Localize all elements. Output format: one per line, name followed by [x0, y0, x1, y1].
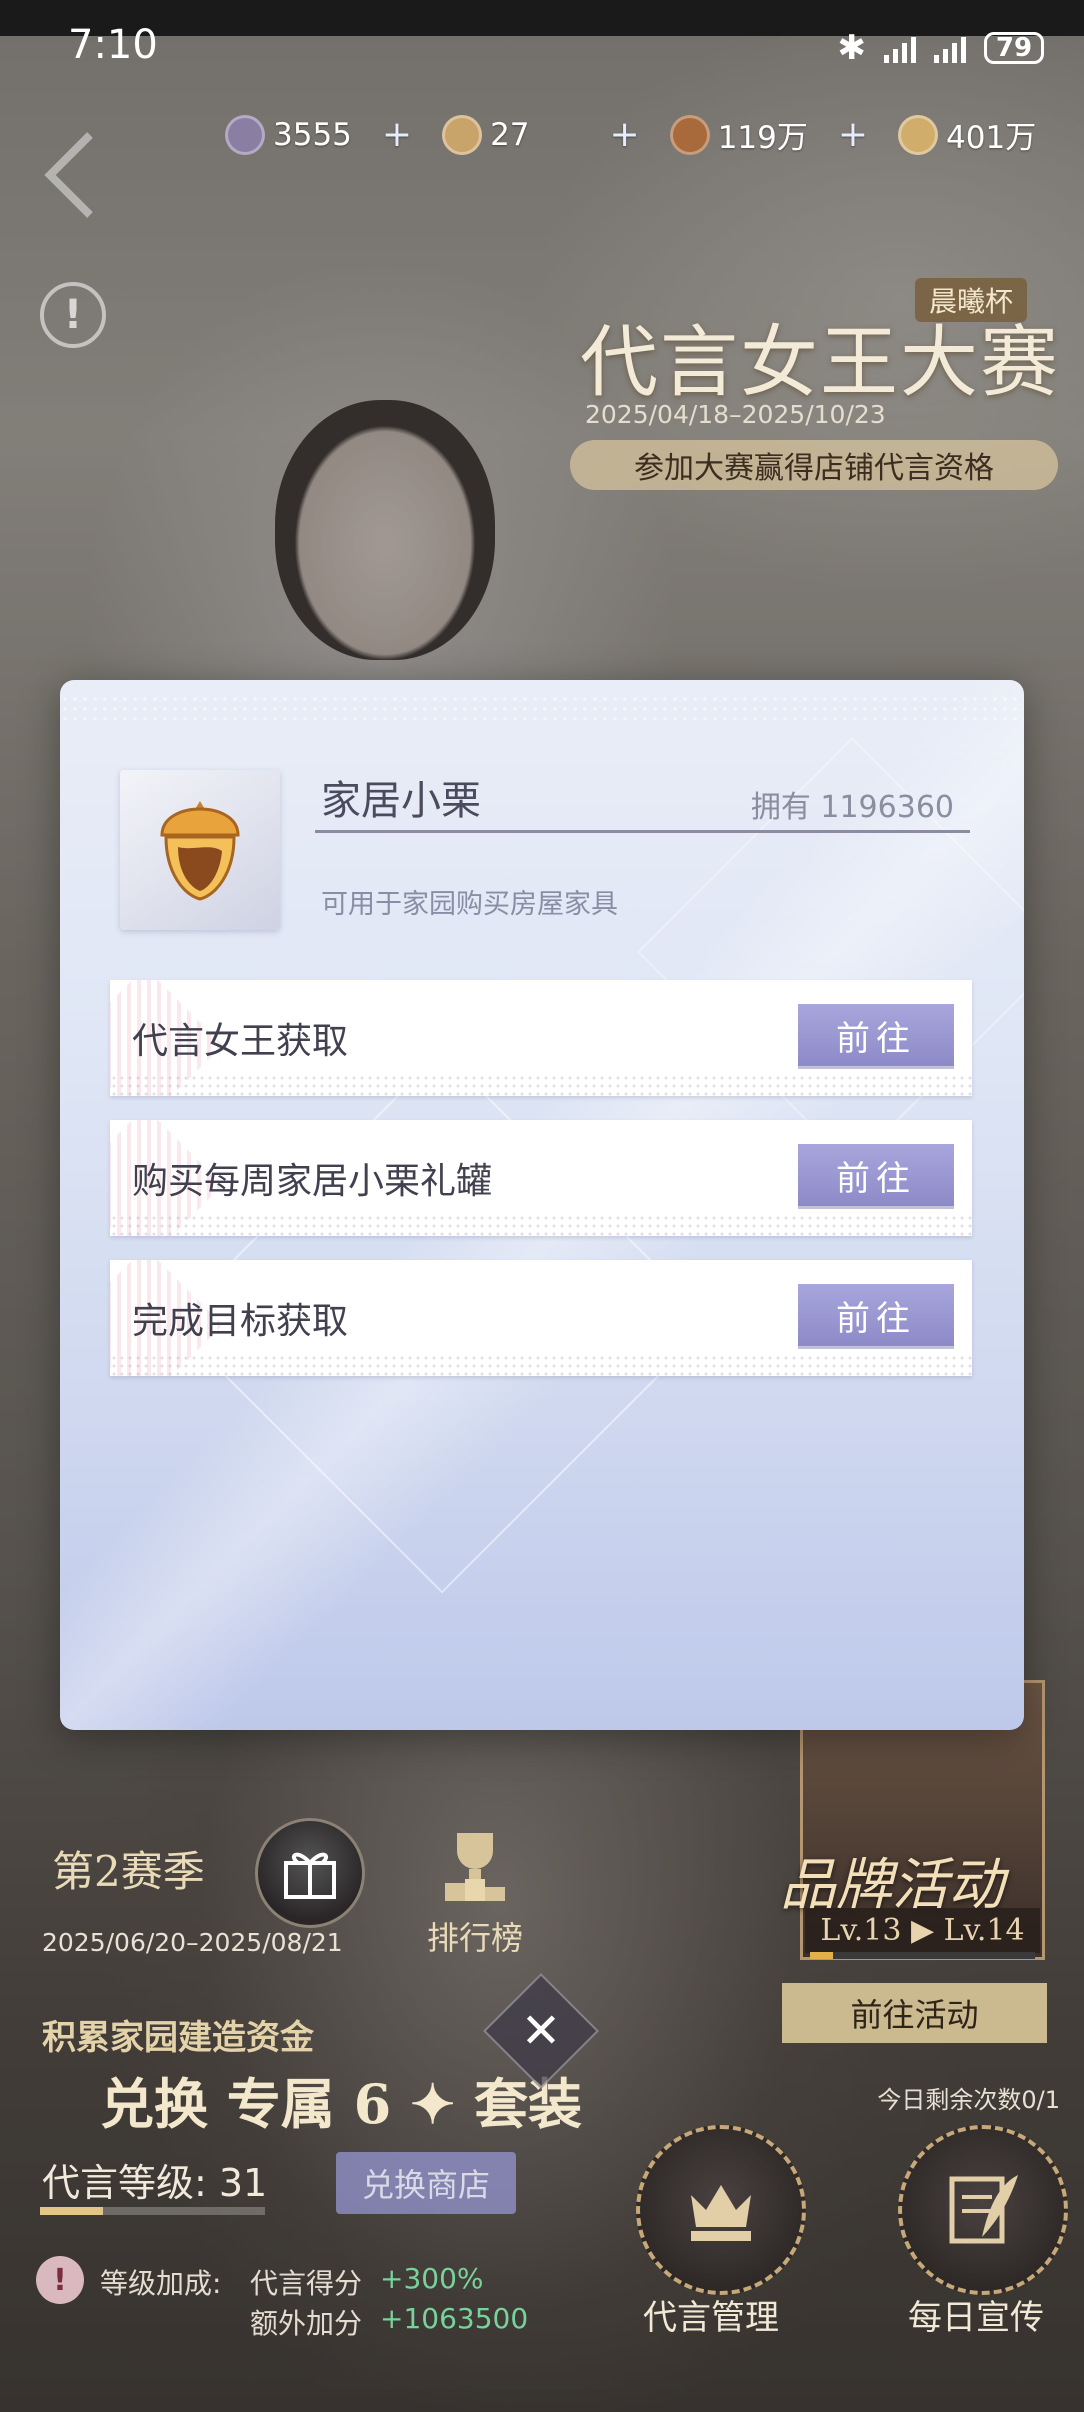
quill-paper-icon: [949, 2175, 1018, 2244]
item-owned-count: 拥有 1196360: [750, 790, 954, 825]
brand-progress-bar: [810, 1952, 1035, 1959]
bluetooth-icon: ✱: [837, 28, 867, 68]
level-progress-fill: [40, 2207, 103, 2215]
season-dates: 2025/06/20–2025/08/21: [42, 1928, 343, 1957]
add-diamond-button[interactable]: +: [382, 114, 412, 155]
goto-button[interactable]: 前往: [798, 1004, 954, 1066]
daily-promotion-label: 每日宣传: [908, 2298, 1044, 2338]
endorsement-manage-label: 代言管理: [643, 2298, 779, 2338]
gold-coin-icon: [898, 114, 939, 155]
system-icons: ✱ 79: [837, 28, 1044, 68]
currency-acorn: 119万: [669, 112, 808, 157]
season-label: 第2赛季: [52, 1847, 205, 1896]
level-progress-bar: [40, 2207, 265, 2215]
gift-icon: [284, 1852, 336, 1899]
fund-headline: 积累家园建造资金: [42, 2018, 314, 2058]
source-label: 代言女王获取: [132, 1021, 349, 1062]
leaderboard-label: 排行榜: [426, 1919, 523, 1957]
item-icon-frame: [120, 770, 280, 930]
goto-activity-button[interactable]: 前往活动: [782, 1983, 1047, 2043]
event-dates: 2025/04/18–2025/10/23: [585, 400, 886, 429]
daily-promotion-button[interactable]: [898, 2125, 1068, 2295]
add-acorn-button[interactable]: +: [838, 114, 868, 155]
bonus-name-extra: 额外加分: [250, 2307, 363, 2340]
signal-icon: [884, 33, 916, 63]
status-time: 7:10: [68, 22, 158, 68]
battery-indicator: 79: [984, 32, 1044, 64]
exchange-shop-button[interactable]: 兑换商店: [336, 2152, 516, 2214]
crown-coin-icon: [442, 114, 483, 155]
bonus-info-icon[interactable]: !: [36, 2256, 84, 2304]
item-divider: [315, 830, 970, 833]
goto-button[interactable]: 前往: [798, 1284, 954, 1346]
item-description: 可用于家园购买房屋家具: [321, 889, 618, 920]
brand-level-indicator: Lv.13 ▶ Lv.14: [805, 1908, 1040, 1953]
item-name: 家居小栗: [321, 778, 481, 824]
trophy-icon: [445, 1833, 505, 1901]
currency-bar: 3555 + 27 + 119万 + 401万: [225, 112, 1036, 157]
item-source-modal: 家居小栗 拥有 1196360 可用于家园购买房屋家具 代言女王获取 前往 购买…: [60, 680, 1024, 1730]
currency-value: 401万: [946, 120, 1037, 156]
bonus-value-score: +300%: [380, 2262, 484, 2295]
acorn-icon: [160, 801, 240, 901]
diamond-coin-icon: [225, 114, 265, 155]
back-chevron-icon[interactable]: [40, 130, 100, 220]
bonus-value-extra: +1063500: [380, 2302, 529, 2335]
list-item: 代言女王获取 前往: [110, 980, 972, 1096]
bonus-label: 等级加成:: [100, 2267, 222, 2300]
source-label: 完成目标获取: [132, 1301, 349, 1342]
currency-value: 3555: [273, 116, 352, 153]
event-join-banner[interactable]: 参加大赛赢得店铺代言资格: [570, 440, 1058, 490]
crown-shield-icon: [691, 2185, 751, 2241]
currency-value: 27: [490, 116, 530, 153]
add-crown-button[interactable]: +: [610, 114, 640, 155]
acorn-coin-icon: [669, 114, 710, 155]
currency-diamond: 3555: [225, 114, 352, 155]
currency-gold: 401万: [898, 112, 1036, 157]
endorsement-manage-button[interactable]: [636, 2125, 806, 2295]
signal-icon-2: [934, 33, 966, 63]
currency-crown: 27: [442, 114, 530, 155]
leaderboard-button[interactable]: 排行榜: [420, 1825, 530, 1959]
fund-exchange-text: 兑换 专属 6 ✦ 套装: [100, 2072, 583, 2136]
bonus-name-score: 代言得分: [250, 2267, 363, 2300]
list-item: 购买每周家居小栗礼罐 前往: [110, 1120, 972, 1236]
brand-progress-fill: [810, 1952, 833, 1959]
source-label: 购买每周家居小栗礼罐: [132, 1161, 493, 1202]
info-icon[interactable]: !: [40, 282, 106, 348]
remaining-count: 今日剩余次数0/1: [877, 2086, 1060, 2114]
gift-box-button[interactable]: [255, 1818, 365, 1928]
list-item: 完成目标获取 前往: [110, 1260, 972, 1376]
endorsement-level: 代言等级: 31: [42, 2161, 268, 2205]
event-title: 代言女王大赛: [580, 318, 1061, 408]
currency-value: 119万: [717, 120, 808, 156]
source-list: 代言女王获取 前往 购买每周家居小栗礼罐 前往 完成目标获取 前往: [110, 980, 972, 1400]
close-icon: ✕: [520, 2003, 562, 2059]
goto-button[interactable]: 前往: [798, 1144, 954, 1206]
